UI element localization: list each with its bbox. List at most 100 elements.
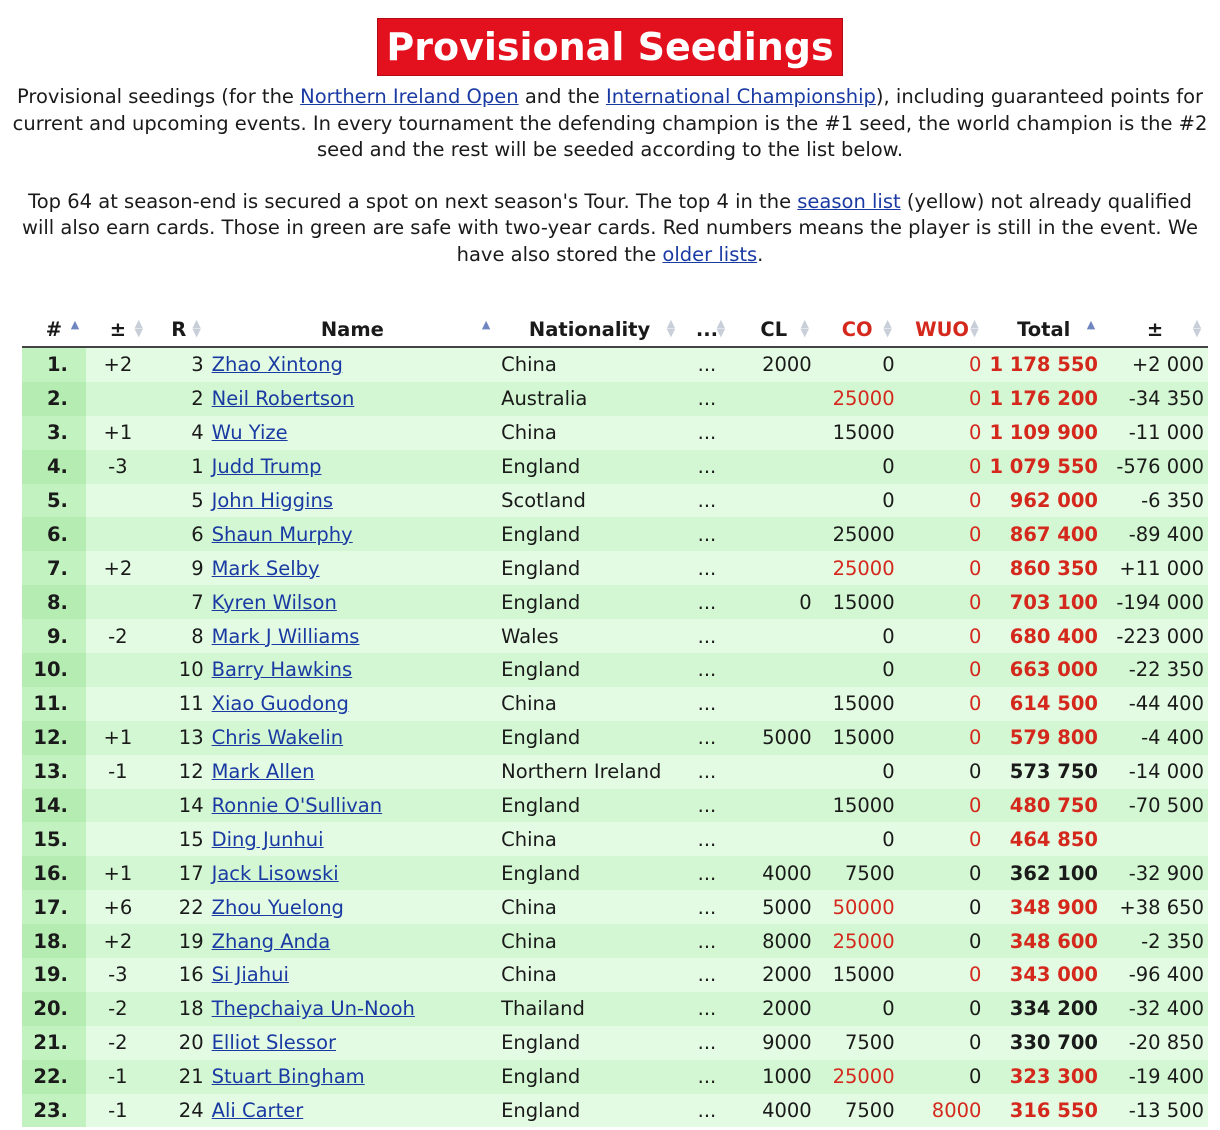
total-cell: 680 400 <box>985 619 1102 654</box>
co-cell: 7500 <box>815 856 899 891</box>
change-cell: -2 <box>85 1025 150 1060</box>
r-cell: 20 <box>149 1025 208 1060</box>
sort-both-icon: ▲ ▼ <box>1192 317 1202 339</box>
co-cell: 15000 <box>815 585 899 620</box>
col-header-dots[interactable]: ... ▲ ▼ <box>682 312 732 348</box>
diff-cell: -44 400 <box>1102 686 1208 721</box>
diff-cell: -2 350 <box>1102 924 1208 959</box>
nationality-cell: Wales <box>497 619 682 654</box>
nationality-cell: Northern Ireland <box>497 754 682 789</box>
change-cell: +2 <box>85 924 150 959</box>
rank-cell: 3. <box>22 415 86 450</box>
player-link[interactable]: Mark Selby <box>212 557 320 580</box>
rank-cell: 22. <box>22 1059 86 1094</box>
player-link[interactable]: John Higgins <box>212 489 333 512</box>
nationality-cell: England <box>497 551 682 586</box>
sort-both-icon: ▲ ▼ <box>800 317 809 339</box>
col-header-label: Name <box>320 317 384 341</box>
diff-cell: -19 400 <box>1102 1059 1208 1094</box>
sort-both-icon: ▲ ▼ <box>192 317 201 339</box>
total-cell: 573 750 <box>985 754 1102 789</box>
table-row: 20. -2 18 Thepchaiya Un-Nooh Thailand... 2000… <box>22 991 1208 1026</box>
rank-cell: 6. <box>22 517 86 552</box>
total-cell: 962 000 <box>985 483 1102 518</box>
col-header-total[interactable]: Total ▲ <box>985 312 1102 348</box>
dots-cell: ... <box>682 1025 732 1060</box>
player-link[interactable]: Barry Hawkins <box>212 658 353 681</box>
table-row: 12. +1 13 Chris Wakelin England... 5000 15000 0… <box>22 720 1208 755</box>
dots-cell: ... <box>682 381 732 416</box>
player-link[interactable]: Kyren Wilson <box>212 591 337 614</box>
col-header-rank[interactable]: # ▲ <box>22 312 86 348</box>
name-cell: Ding Junhui <box>207 822 498 857</box>
player-link[interactable]: Ding Junhui <box>212 828 324 851</box>
col-header-wuo[interactable]: WUO ▲ ▼ <box>898 312 986 348</box>
northern-ireland-open-link[interactable]: Northern Ireland Open <box>300 85 519 108</box>
wuo-cell: 0 <box>898 449 986 484</box>
wuo-cell: 0 <box>898 1059 986 1094</box>
name-cell: Stuart Bingham <box>207 1059 498 1094</box>
rank-cell: 17. <box>22 890 86 925</box>
col-header-r[interactable]: R ▲ ▼ <box>149 312 208 348</box>
change-cell <box>85 788 150 823</box>
player-link[interactable]: Mark Allen <box>212 760 315 783</box>
dots-cell: ... <box>682 619 732 654</box>
dots-cell: ... <box>682 449 732 484</box>
player-link[interactable]: Mark J Williams <box>212 625 360 648</box>
player-link[interactable]: Wu Yize <box>212 421 288 444</box>
co-cell: 15000 <box>815 415 899 450</box>
name-cell: Mark Selby <box>207 551 498 586</box>
col-header-nationality[interactable]: Nationality ▲ ▼ <box>497 312 682 348</box>
rank-cell: 10. <box>22 653 86 687</box>
name-cell: John Higgins <box>207 483 498 518</box>
total-cell: 480 750 <box>985 788 1102 823</box>
dots-cell: ... <box>682 415 732 450</box>
player-link[interactable]: Elliot Slessor <box>212 1031 336 1054</box>
table-row: 3. +1 4 Wu Yize China... 15000 0 1 109 900 -11 0… <box>22 415 1208 450</box>
diff-cell: +38 650 <box>1102 890 1208 925</box>
sort-asc-icon: ▲ <box>70 318 80 331</box>
nationality-cell: England <box>497 517 682 552</box>
total-cell: 343 000 <box>985 958 1102 992</box>
player-link[interactable]: Neil Robertson <box>212 387 355 410</box>
player-link[interactable]: Thepchaiya Un-Nooh <box>212 997 415 1020</box>
player-link[interactable]: Si Jiahui <box>212 963 289 986</box>
rank-cell: 23. <box>22 1093 86 1128</box>
diff-cell: -4 400 <box>1102 720 1208 755</box>
player-link[interactable]: Zhou Yuelong <box>212 896 344 919</box>
player-link[interactable]: Zhao Xintong <box>212 353 343 376</box>
player-link[interactable]: Shaun Murphy <box>212 523 353 546</box>
name-cell: Xiao Guodong <box>207 686 498 721</box>
player-link[interactable]: Stuart Bingham <box>212 1065 365 1088</box>
col-header-name[interactable]: Name ▲ <box>207 312 498 348</box>
change-cell: +1 <box>85 856 150 891</box>
cl-cell: 9000 <box>731 1025 816 1060</box>
player-link[interactable]: Ali Carter <box>212 1099 304 1122</box>
season-list-link[interactable]: season list <box>797 190 900 213</box>
name-cell: Ali Carter <box>207 1093 498 1128</box>
player-link[interactable]: Zhang Anda <box>212 930 331 953</box>
page-title: Provisional Seedings <box>377 18 843 76</box>
player-link[interactable]: Chris Wakelin <box>212 726 344 749</box>
rank-cell: 4. <box>22 449 86 484</box>
nationality-cell: Thailand <box>497 991 682 1026</box>
dots-cell: ... <box>682 991 732 1026</box>
nationality-cell: China <box>497 347 682 382</box>
col-header-change[interactable]: ± ▲ ▼ <box>85 312 150 348</box>
player-link[interactable]: Judd Trump <box>212 455 322 478</box>
diff-cell: -6 350 <box>1102 483 1208 518</box>
col-header-diff[interactable]: ± ▲ ▼ <box>1102 312 1208 348</box>
col-header-co[interactable]: CO ▲ ▼ <box>815 312 899 348</box>
col-header-cl[interactable]: CL ▲ ▼ <box>731 312 816 348</box>
co-cell: 0 <box>815 822 899 857</box>
cl-cell <box>731 483 816 518</box>
rank-cell: 8. <box>22 585 86 620</box>
total-cell: 867 400 <box>985 517 1102 552</box>
wuo-cell: 0 <box>898 754 986 789</box>
player-link[interactable]: Ronnie O'Sullivan <box>212 794 382 817</box>
player-link[interactable]: Jack Lisowski <box>212 862 339 885</box>
wuo-cell: 0 <box>898 415 986 450</box>
older-lists-link[interactable]: older lists <box>662 243 757 266</box>
player-link[interactable]: Xiao Guodong <box>212 692 349 715</box>
international-championship-link[interactable]: International Championship <box>606 85 876 108</box>
